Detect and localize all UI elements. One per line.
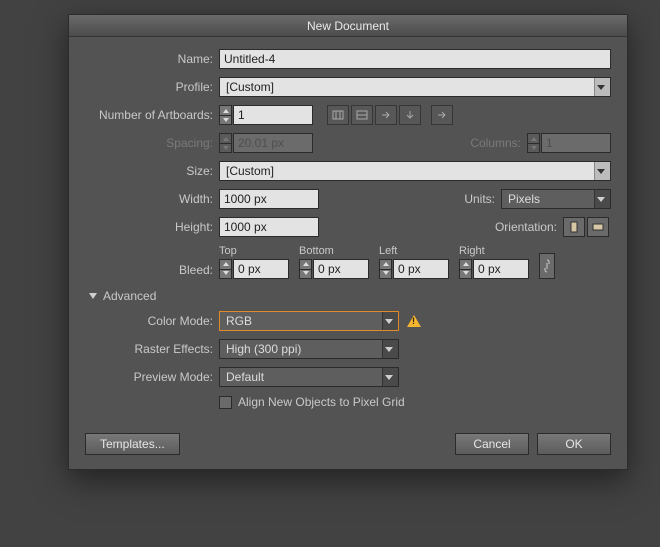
arrange-single-icon[interactable] xyxy=(431,105,453,125)
width-input[interactable] xyxy=(219,189,319,209)
align-to-grid-label: Align New Objects to Pixel Grid xyxy=(238,395,405,409)
size-label: Size: xyxy=(85,164,219,178)
columns-label: Columns: xyxy=(470,136,527,150)
preview-mode-select[interactable]: Default xyxy=(219,367,399,387)
bleed-bottom-label: Bottom xyxy=(299,245,369,257)
artboards-label: Number of Artboards: xyxy=(85,108,219,122)
bleed-right-input[interactable] xyxy=(473,259,529,279)
bleed-link-icon[interactable] xyxy=(539,253,555,279)
arrange-right-icon[interactable] xyxy=(375,105,397,125)
bleed-bottom-stepper[interactable] xyxy=(299,259,369,279)
bleed-top-stepper[interactable] xyxy=(219,259,289,279)
dialog-title: New Document xyxy=(307,19,389,33)
color-mode-label: Color Mode: xyxy=(85,314,219,328)
bleed-top-label: Top xyxy=(219,245,289,257)
templates-button[interactable]: Templates... xyxy=(85,433,180,455)
artboards-stepper[interactable] xyxy=(219,105,313,125)
new-document-dialog: New Document Name: Profile: [Custom] Num… xyxy=(68,14,628,470)
grid-col-icon[interactable] xyxy=(351,105,373,125)
orientation-landscape-icon[interactable] xyxy=(587,217,609,237)
preview-mode-label: Preview Mode: xyxy=(85,370,219,384)
color-mode-select[interactable]: RGB xyxy=(219,311,399,331)
name-label: Name: xyxy=(85,52,219,66)
columns-input xyxy=(541,133,611,153)
profile-label: Profile: xyxy=(85,80,219,94)
bleed-left-input[interactable] xyxy=(393,259,449,279)
artboards-input[interactable] xyxy=(233,105,313,125)
name-input[interactable] xyxy=(219,49,611,69)
units-select[interactable]: Pixels xyxy=(501,189,611,209)
arrange-down-icon[interactable] xyxy=(399,105,421,125)
spacing-stepper xyxy=(219,133,313,153)
warning-icon xyxy=(407,315,421,327)
units-label: Units: xyxy=(464,192,501,206)
cancel-button[interactable]: Cancel xyxy=(455,433,529,455)
dialog-titlebar: New Document xyxy=(69,15,627,37)
width-label: Width: xyxy=(85,192,219,206)
bleed-left-stepper[interactable] xyxy=(379,259,449,279)
bleed-bottom-input[interactable] xyxy=(313,259,369,279)
orientation-label: Orientation: xyxy=(495,220,563,234)
spacing-label: Spacing: xyxy=(85,136,219,150)
orientation-portrait-icon[interactable] xyxy=(563,217,585,237)
chevron-down-icon xyxy=(89,293,97,299)
raster-effects-label: Raster Effects: xyxy=(85,342,219,356)
profile-select[interactable]: [Custom] xyxy=(219,77,611,97)
height-input[interactable] xyxy=(219,217,319,237)
bleed-top-input[interactable] xyxy=(233,259,289,279)
raster-effects-select[interactable]: High (300 ppi) xyxy=(219,339,399,359)
advanced-toggle[interactable]: Advanced xyxy=(89,289,611,303)
size-select[interactable]: [Custom] xyxy=(219,161,611,181)
bleed-label: Bleed: xyxy=(85,263,219,277)
align-to-grid-checkbox[interactable] xyxy=(219,396,232,409)
bleed-right-label: Right xyxy=(459,245,529,257)
bleed-right-stepper[interactable] xyxy=(459,259,529,279)
height-label: Height: xyxy=(85,220,219,234)
spacing-input xyxy=(233,133,313,153)
bleed-left-label: Left xyxy=(379,245,449,257)
ok-button[interactable]: OK xyxy=(537,433,611,455)
grid-row-icon[interactable] xyxy=(327,105,349,125)
columns-stepper xyxy=(527,133,611,153)
